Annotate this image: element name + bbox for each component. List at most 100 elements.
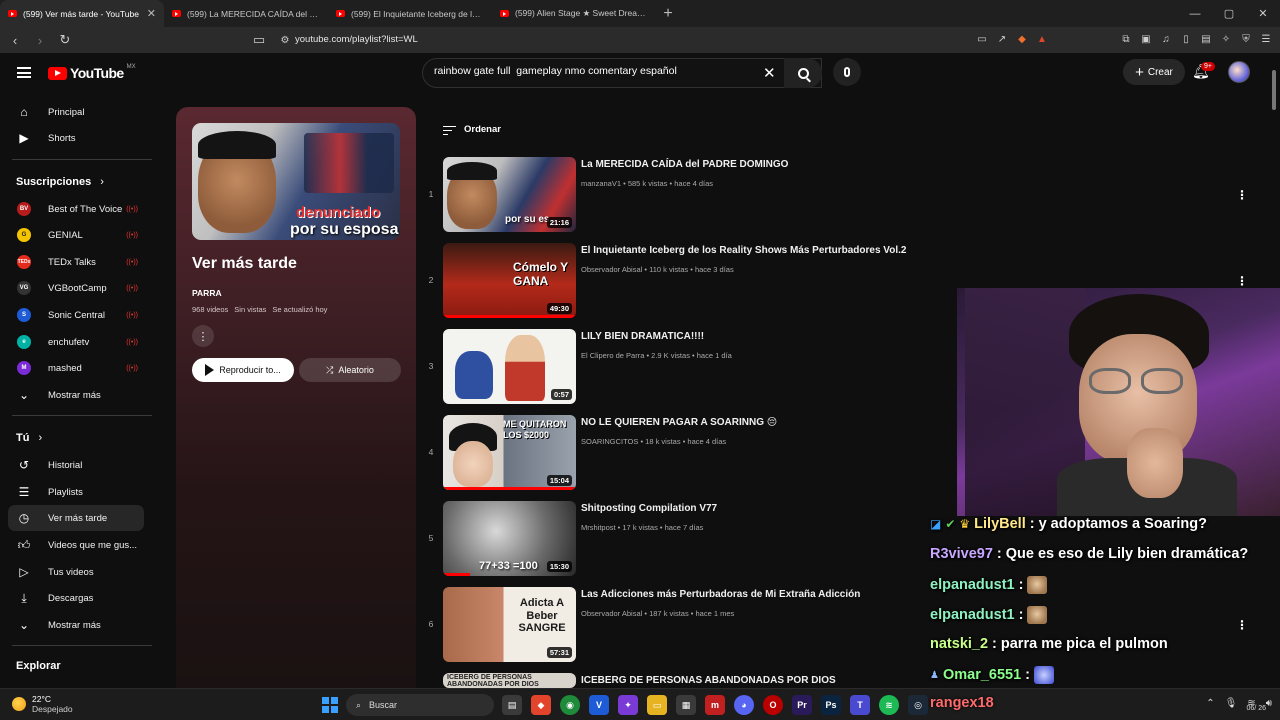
video-row[interactable]: 1 por su es 21:16 La MERECIDA CAÍDA del … xyxy=(424,157,1254,237)
clear-search-icon[interactable]: ✕ xyxy=(763,64,776,82)
hamburger-menu-icon[interactable] xyxy=(17,67,31,78)
brave-browser-icon[interactable]: ◆ xyxy=(531,695,551,715)
browser-tab[interactable]: (599) La MERECIDA CAÍDA del PADRE xyxy=(164,0,328,27)
taskbar-search[interactable]: ⌕ Buscar xyxy=(346,694,494,716)
tray-expand-icon[interactable]: ⌃ xyxy=(1206,698,1214,709)
extensions-icon[interactable]: ⧉ xyxy=(1118,31,1134,47)
vpn-icon[interactable]: ⛨ xyxy=(1238,31,1254,47)
subscriptions-heading[interactable]: Suscripciones › xyxy=(16,176,104,188)
sidebar-item-show-more[interactable]: ⌄ Mostrar más xyxy=(8,612,144,638)
video-thumbnail[interactable]: Adicta A Beber SANGRE 57:31 xyxy=(443,587,576,662)
sidebar-item-playlists[interactable]: ☰ Playlists xyxy=(8,479,144,505)
visual-studio-icon[interactable]: V xyxy=(589,695,609,715)
browser-tab[interactable]: (599) Ver más tarde - YouTube ✕ xyxy=(0,0,164,27)
avatar[interactable] xyxy=(1228,61,1250,83)
sidebar-item-channel[interactable]: BV Best of The Voice ((•)) xyxy=(8,196,144,222)
create-button[interactable]: + Crear xyxy=(1123,59,1185,85)
discord-icon[interactable]: ◕ xyxy=(734,695,754,715)
sidebar-item-downloads[interactable]: ⤓ Descargas xyxy=(8,585,144,611)
search-input[interactable] xyxy=(434,65,754,77)
video-thumbnail[interactable]: 77+33 =100 15:30 xyxy=(443,501,576,576)
screenshot-icon[interactable]: ▣ xyxy=(1138,31,1154,47)
video-menu-icon[interactable]: ⋮ xyxy=(1236,274,1248,288)
sidebar-item-shorts[interactable]: ▶ Shorts xyxy=(8,125,144,151)
more-options-icon[interactable]: ⋮ xyxy=(192,325,214,347)
spotify-icon[interactable]: ≋ xyxy=(879,695,899,715)
play-all-button[interactable]: Reproducir to... xyxy=(192,358,294,382)
video-thumbnail[interactable]: ME QUITARON LOS $2000 15:04 xyxy=(443,415,576,490)
voice-search-button[interactable] xyxy=(833,58,861,86)
steam-icon[interactable]: ◎ xyxy=(908,695,928,715)
app-icon[interactable]: m xyxy=(705,695,725,715)
you-heading[interactable]: Tú › xyxy=(16,432,42,444)
video-title[interactable]: Shitposting Compilation V77 xyxy=(581,503,717,514)
sidebar-item-channel[interactable]: S Sonic Central ((•)) xyxy=(8,302,144,328)
video-title[interactable]: La MERECIDA CAÍDA del PADRE DOMINGO xyxy=(581,159,788,170)
teams-icon[interactable]: T xyxy=(850,695,870,715)
video-title[interactable]: Las Adicciones más Perturbadoras de Mi E… xyxy=(581,589,860,600)
wallet-icon[interactable]: ▤ xyxy=(1198,31,1214,47)
tab-close-icon[interactable]: ✕ xyxy=(147,7,156,20)
video-title[interactable]: El Inquietante Iceberg de los Reality Sh… xyxy=(581,245,906,256)
search-button[interactable] xyxy=(784,58,822,88)
video-channel[interactable]: manzanaV1 xyxy=(581,179,621,188)
video-channel[interactable]: Observador Abisal xyxy=(581,265,642,274)
sidebar-item-show-more[interactable]: ⌄ Mostrar más xyxy=(8,382,144,408)
video-thumbnail[interactable]: ICEBERG DE PERSONAS ABANDONADAS POR DIOS xyxy=(443,673,576,688)
site-settings-icon[interactable]: ⚙ xyxy=(275,30,295,50)
video-thumbnail[interactable]: por su es 21:16 xyxy=(443,157,576,232)
microphone-icon[interactable]: 🎙︎ xyxy=(1225,698,1238,709)
video-thumbnail[interactable]: Cómelo Y GANA 49:30 xyxy=(443,243,576,318)
video-title[interactable]: ICEBERG DE PERSONAS ABANDONADAS POR DIOS xyxy=(581,675,836,686)
video-channel[interactable]: Mrshitpost xyxy=(581,523,616,532)
playlist-owner[interactable]: PARRA xyxy=(192,288,222,298)
sidebar-item-watch-later[interactable]: ◷ Ver más tarde xyxy=(8,505,144,531)
cast-icon[interactable]: ▭ xyxy=(974,31,990,47)
leo-ai-icon[interactable]: ✧ xyxy=(1218,31,1234,47)
file-icon[interactable]: ▤ xyxy=(502,695,522,715)
store-icon[interactable]: ▦ xyxy=(676,695,696,715)
browser-tab[interactable]: (599) El Inquietante Iceberg de los R xyxy=(328,0,492,27)
browser-menu-icon[interactable]: ☰ xyxy=(1258,31,1274,47)
file-explorer-icon[interactable]: ▭ xyxy=(647,695,667,715)
rewards-icon[interactable]: ▲ xyxy=(1034,31,1050,47)
youtube-logo[interactable]: YouTube MX xyxy=(48,64,136,81)
sidebar-item-channel[interactable]: e enchufetv ((•)) xyxy=(8,329,144,355)
video-menu-icon[interactable]: ⋮ xyxy=(1236,188,1248,202)
sidebar-item-channel[interactable]: VG VGBootCamp ((•)) xyxy=(8,275,144,301)
minimize-icon[interactable]: — xyxy=(1178,0,1212,27)
sidebar-item-channel[interactable]: G GENIAL ((•)) xyxy=(8,222,144,248)
sidebar-icon[interactable]: ▯ xyxy=(1178,31,1194,47)
forward-icon[interactable]: › xyxy=(30,30,50,50)
photoshop-icon[interactable]: Ps xyxy=(821,695,841,715)
back-icon[interactable]: ‹ xyxy=(5,30,25,50)
sidebar-item-principal[interactable]: ⌂ Principal xyxy=(8,99,144,125)
browser-tab[interactable]: (599) Alien Stage ★ Sweet Dream ☆ xyxy=(492,0,656,27)
sidebar-item-channel[interactable]: M mashed ((•)) xyxy=(8,355,144,381)
url-field[interactable]: youtube.com/playlist?list=WL xyxy=(295,34,418,45)
sidebar-item-channel[interactable]: TEDx TEDx Talks ((•)) xyxy=(8,249,144,275)
sidebar-item-your-videos[interactable]: ▷ Tus videos xyxy=(8,559,144,585)
video-thumbnail[interactable]: 0:57 xyxy=(443,329,576,404)
windows-start-icon[interactable] xyxy=(322,697,338,713)
playlist-thumbnail[interactable]: denunciado por su esposa xyxy=(192,123,400,240)
sort-button[interactable]: Ordenar xyxy=(443,124,501,135)
reload-icon[interactable]: ↻ xyxy=(55,30,75,50)
premiere-icon[interactable]: Pr xyxy=(792,695,812,715)
shuffle-button[interactable]: ⤮ Aleatorio xyxy=(299,358,401,382)
opera-icon[interactable]: O xyxy=(763,695,783,715)
sidebar-item-liked[interactable]: 👍︎ Videos que me gus... xyxy=(8,532,144,558)
new-tab-button[interactable]: + xyxy=(656,0,680,27)
bookmark-icon[interactable]: ▭ xyxy=(249,30,269,50)
weather-widget[interactable]: 22°C Despejado xyxy=(12,694,73,714)
video-channel[interactable]: SOARINGCITOS xyxy=(581,437,638,446)
copilot-icon[interactable]: ✦ xyxy=(618,695,638,715)
close-window-icon[interactable]: ✕ xyxy=(1246,0,1280,27)
video-channel[interactable]: El Clipero de Parra xyxy=(581,351,644,360)
chrome-icon[interactable]: ◉ xyxy=(560,695,580,715)
media-icon[interactable]: ♫ xyxy=(1158,31,1174,47)
share-icon[interactable]: ↗ xyxy=(994,31,1010,47)
video-title[interactable]: NO LE QUIEREN PAGAR A SOARINNG 😔 xyxy=(581,417,777,428)
page-scrollbar[interactable] xyxy=(1272,70,1276,110)
sidebar-item-historial[interactable]: ↺ Historial xyxy=(8,452,144,478)
